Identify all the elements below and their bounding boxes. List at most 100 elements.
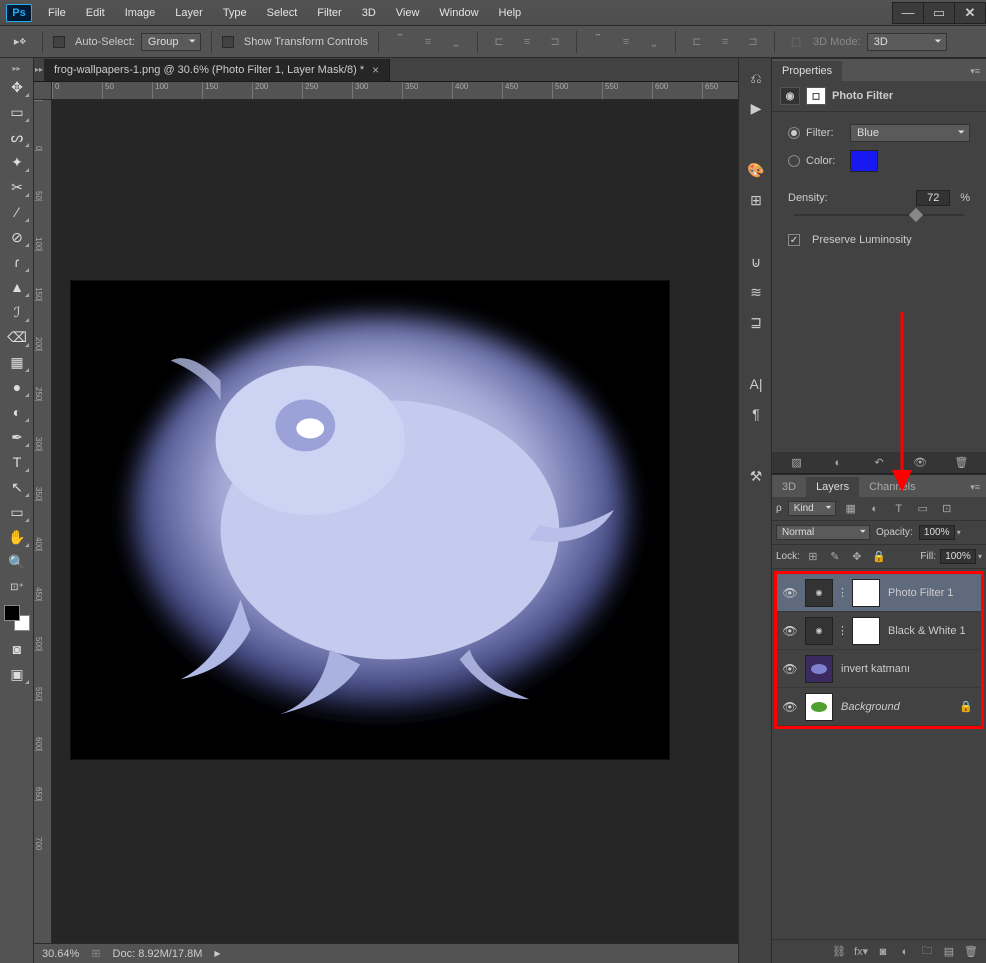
layers-tab[interactable]: Layers — [806, 477, 859, 497]
tab-close-icon[interactable]: × — [372, 63, 379, 77]
color-dock-icon[interactable]: 🎨 — [741, 156, 771, 184]
filter-smart-icon[interactable]: ⊡ — [938, 500, 956, 518]
menu-help[interactable]: Help — [489, 3, 532, 23]
quickmask-tool[interactable]: ◙ — [3, 637, 31, 661]
layer-row[interactable]: 👁◉ ⋮ Black & White 1 — [777, 612, 981, 650]
preserve-checkbox[interactable]: ✓ — [788, 234, 800, 246]
visibility-icon[interactable]: 👁 — [777, 700, 803, 714]
layer-name[interactable]: Photo Filter 1 — [882, 587, 981, 599]
menu-edit[interactable]: Edit — [76, 3, 115, 23]
layer-name[interactable]: Black & White 1 — [882, 625, 981, 637]
fg-color[interactable] — [4, 605, 20, 621]
layer-thumb[interactable]: ◉ — [805, 579, 833, 607]
distribute-left-icon[interactable]: ⊏ — [686, 31, 708, 53]
align-top-icon[interactable]: ⎴ — [389, 31, 411, 53]
menu-type[interactable]: Type — [213, 3, 257, 23]
menu-view[interactable]: View — [386, 3, 430, 23]
layer-thumb[interactable] — [805, 655, 833, 683]
eyedropper-tool[interactable]: ⁄ — [3, 200, 31, 224]
lock-trans-icon[interactable]: ⊞ — [804, 548, 822, 566]
lock-pos-icon[interactable]: ✥ — [848, 548, 866, 566]
ruler-horizontal[interactable]: 0501001502002503003504004505005506006507… — [52, 82, 738, 100]
document-tab[interactable]: frog-wallpapers-1.png @ 30.6% (Photo Fil… — [44, 59, 390, 81]
show-transform-checkbox[interactable] — [222, 36, 234, 48]
visibility-icon[interactable]: 👁 — [777, 662, 803, 676]
color-radio[interactable] — [788, 155, 800, 167]
layer-name[interactable]: invert katmanı — [835, 663, 981, 675]
marquee-tool[interactable]: ▭ — [3, 100, 31, 124]
layer-thumb[interactable] — [805, 693, 833, 721]
link-layers-icon[interactable]: ⛓ — [830, 943, 848, 961]
menu-window[interactable]: Window — [429, 3, 488, 23]
canvas[interactable] — [70, 280, 670, 760]
menu-filter[interactable]: Filter — [307, 3, 351, 23]
menu-select[interactable]: Select — [257, 3, 308, 23]
density-slider-thumb[interactable] — [909, 208, 923, 222]
panel-menu-icon[interactable]: ▾≡ — [964, 62, 986, 81]
link-icon[interactable]: ⋮ — [837, 624, 848, 637]
screenmode-tool[interactable]: ▣ — [3, 662, 31, 686]
layer-thumb[interactable]: ◉ — [805, 617, 833, 645]
edit-toolbar[interactable]: ⊡⁺ — [3, 575, 31, 599]
shape-tool[interactable]: ▭ — [3, 500, 31, 524]
tool-presets-dock-icon[interactable]: ⚒ — [741, 462, 771, 490]
pen-tool[interactable]: ✒ — [3, 425, 31, 449]
align-right-icon[interactable]: ⊐ — [544, 31, 566, 53]
mask-add-icon[interactable]: ◙ — [874, 943, 892, 961]
filter-shape-icon[interactable]: ▭ — [914, 500, 932, 518]
lasso-tool[interactable]: ᔕ — [3, 125, 31, 149]
density-input[interactable]: 72 — [916, 190, 950, 206]
color-swatches[interactable] — [4, 605, 30, 631]
3d-tab[interactable]: 3D — [772, 477, 806, 497]
type-tool[interactable]: T — [3, 450, 31, 474]
ruler-vertical[interactable]: 0501001502002503003504004505005506006507… — [34, 100, 52, 943]
clip-icon[interactable]: ◐ — [829, 454, 847, 472]
group-icon[interactable]: 🗀 — [918, 943, 936, 961]
menu-3d[interactable]: 3D — [352, 3, 386, 23]
gradient-tool[interactable]: ▦ — [3, 350, 31, 374]
magic-wand-tool[interactable]: ✦ — [3, 150, 31, 174]
distribute-right-icon[interactable]: ⊐ — [742, 31, 764, 53]
docsize-flyout-icon[interactable]: ▶ — [214, 949, 220, 958]
trash-icon[interactable]: 🗑 — [952, 454, 970, 472]
distribute-bottom-icon[interactable]: ⎵ — [643, 31, 665, 53]
move-tool[interactable]: ✥ — [3, 75, 31, 99]
menu-file[interactable]: File — [38, 3, 76, 23]
filter-dropdown[interactable]: Blue — [850, 124, 970, 142]
adjust-icon[interactable]: ⊞ — [91, 947, 100, 960]
hand-tool[interactable]: ✋ — [3, 525, 31, 549]
fill-dropdown-icon[interactable]: ▾ — [978, 552, 982, 561]
brush-tool[interactable]: ɾ — [3, 250, 31, 274]
reset-icon[interactable]: ↶ — [870, 454, 888, 472]
blur-tool[interactable]: ● — [3, 375, 31, 399]
properties-tab[interactable]: Properties — [772, 61, 842, 81]
dodge-tool[interactable]: ◐ — [3, 400, 31, 424]
visibility-icon[interactable]: 👁 — [777, 624, 803, 638]
layer-row[interactable]: 👁◉⋮Photo Filter 1 — [777, 574, 981, 612]
align-vcenter-icon[interactable]: ≡ — [417, 31, 439, 53]
crop-tool[interactable]: ✂ — [3, 175, 31, 199]
layer-row[interactable]: 👁Background🔒 — [777, 688, 981, 726]
mask-thumb[interactable] — [852, 617, 880, 645]
autoselect-checkbox[interactable] — [53, 36, 65, 48]
fill-input[interactable]: 100% — [940, 549, 976, 564]
align-hcenter-icon[interactable]: ≡ — [516, 31, 538, 53]
fx-icon[interactable]: fx▾ — [852, 943, 870, 961]
distribute-vcenter-icon[interactable]: ≡ — [615, 31, 637, 53]
healing-brush-tool[interactable]: ⊘ — [3, 225, 31, 249]
history-dock-icon[interactable]: ⎌ — [741, 64, 771, 92]
close-button[interactable]: ✕ — [954, 2, 986, 24]
lock-all-icon[interactable]: 🔒 — [870, 548, 888, 566]
opacity-input[interactable]: 100% — [919, 525, 955, 540]
filter-radio[interactable] — [788, 127, 800, 139]
visibility-icon[interactable]: 👁 — [777, 586, 803, 600]
clone-dock-icon[interactable]: ⊒ — [741, 308, 771, 336]
density-slider[interactable] — [794, 214, 964, 216]
minimize-button[interactable]: — — [892, 2, 924, 24]
lock-pixels-icon[interactable]: ✎ — [826, 548, 844, 566]
filter-type-icon[interactable]: T — [890, 500, 908, 518]
delete-layer-icon[interactable]: 🗑 — [962, 943, 980, 961]
tabs-expand-icon[interactable]: ▸▸ — [34, 65, 44, 74]
paragraph-dock-icon[interactable]: ¶ — [741, 400, 771, 428]
visibility-icon[interactable]: 👁 — [911, 454, 929, 472]
